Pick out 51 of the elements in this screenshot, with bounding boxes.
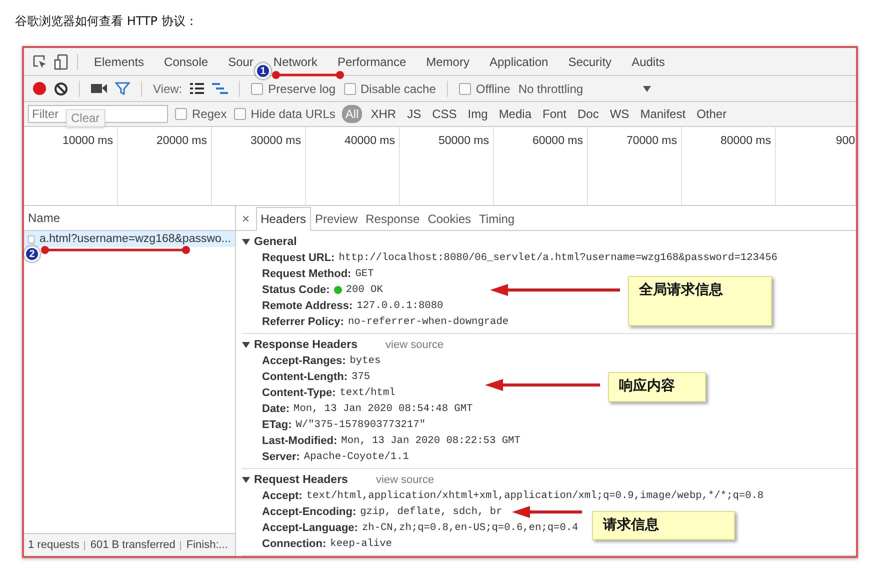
header-value: Apache-Coyote/1.1 <box>304 451 409 463</box>
header-name: Accept-Ranges: <box>262 355 346 367</box>
header-value: W/"375-1578903773217" <box>296 419 426 431</box>
header-name: Last-Modified: <box>262 435 338 447</box>
header-name: Accept: <box>262 490 302 502</box>
status-text: 1 requests <box>28 539 80 551</box>
tick-label: 30000 ms <box>250 135 301 147</box>
header-value: text/html,application/xhtml+xml,application/xml;q=0.9,image/webp,*/*;q=0.8 <box>306 490 764 502</box>
header-value: keep-alive <box>330 538 392 550</box>
header-value: Mon, 13 Jan 2020 08:54:48 GMT <box>294 403 473 415</box>
header-name: Accept-Language: <box>262 522 358 534</box>
header-name: ETag: <box>262 419 292 431</box>
header-value: no-referrer-when-downgrade <box>348 316 509 328</box>
header-name: Content-Type: <box>262 387 336 399</box>
tick-label: 20000 ms <box>156 135 207 147</box>
header-value: zh-CN,zh;q=0.8,en-US;q=0.6,en;q=0.4 <box>362 522 578 534</box>
header-name: Remote Address: <box>262 300 353 312</box>
callout-note: 全局请求信息 <box>628 276 772 326</box>
header-name: Server: <box>262 451 300 463</box>
callout-note: 请求信息 <box>592 511 735 540</box>
header-name: Content-Length: <box>262 371 348 383</box>
page-heading: 谷歌浏览器如何查看 HTTP 协议： <box>15 13 198 30</box>
column-header: Name <box>28 211 60 225</box>
tick-label: 10000 ms <box>62 135 113 147</box>
tick-label: 40000 ms <box>344 135 395 147</box>
header-value: http://localhost:8080/06_servlet/a.html?username=wzg168&password=123456 <box>338 252 778 264</box>
status-text: Finish:... <box>186 539 228 551</box>
header-value: Mon, 13 Jan 2020 08:22:53 GMT <box>341 435 520 447</box>
tooltip: Clear <box>66 109 105 127</box>
header-name: Connection: <box>262 538 326 550</box>
header-value: 200 OK <box>346 284 383 296</box>
header-value: GET <box>355 268 374 280</box>
callout-note: 响应内容 <box>608 372 706 402</box>
tick-label: 60000 ms <box>532 135 583 147</box>
header-name: Referrer Policy: <box>262 316 344 328</box>
header-value: text/html <box>340 387 396 399</box>
tick-label: 80000 ms <box>720 135 771 147</box>
header-value: gzip, deflate, sdch, br <box>360 506 502 518</box>
header-name: Request URL: <box>262 252 335 264</box>
tick-label: 900 <box>836 135 855 147</box>
view-label: View: <box>153 82 182 96</box>
header-name: Accept-Encoding: <box>262 506 356 518</box>
header-value: 127.0.0.1:8080 <box>356 300 444 312</box>
status-text: 601 B transferred <box>90 539 176 551</box>
header-name: Request Method: <box>262 268 352 280</box>
header-value: 375 <box>352 371 370 383</box>
header-name: Status Code: <box>262 284 330 296</box>
tick-label: 70000 ms <box>626 135 677 147</box>
tick-label: 50000 ms <box>438 135 489 147</box>
header-name: Date: <box>262 403 290 415</box>
header-value: bytes <box>350 355 381 367</box>
